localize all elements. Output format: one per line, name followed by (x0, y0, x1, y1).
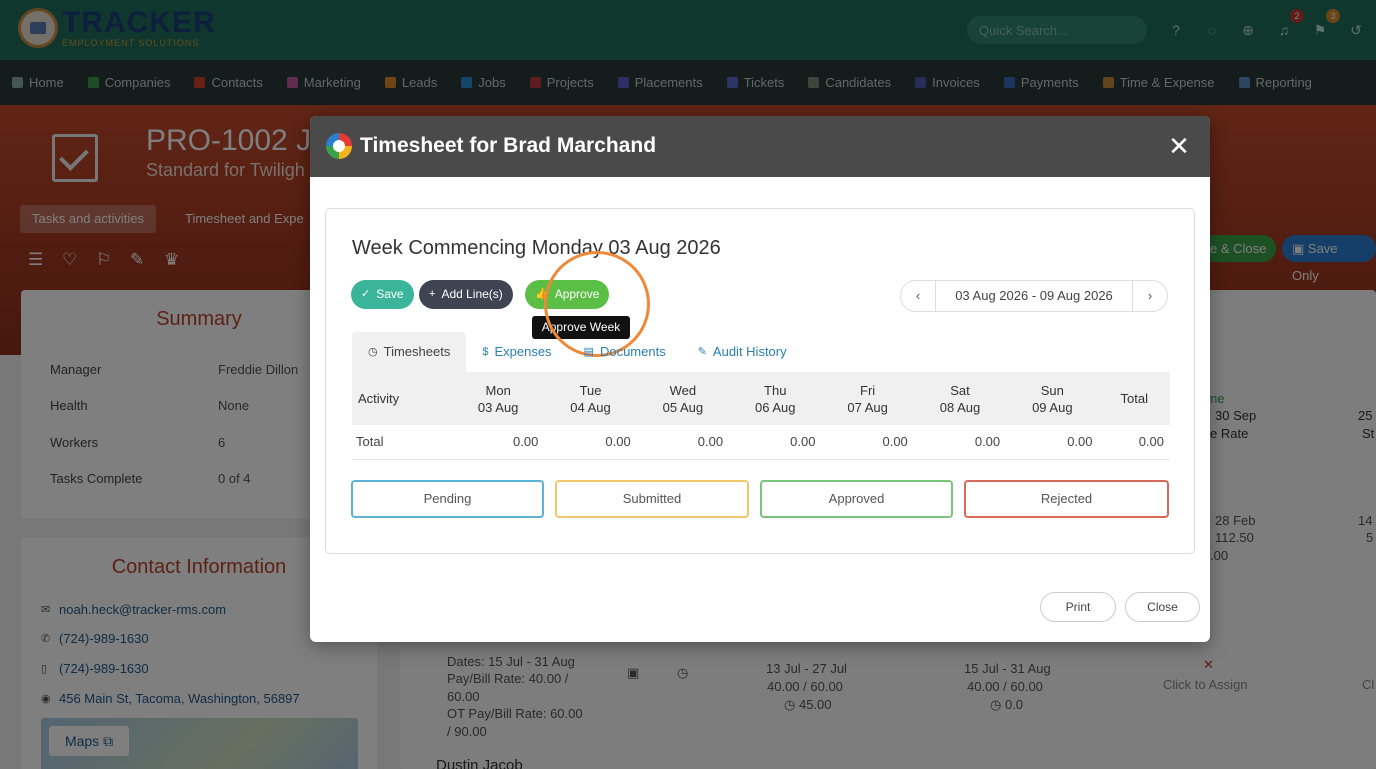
day-header: Thu 06 Aug (729, 372, 822, 425)
tab-audit-history[interactable]: ✎ Audit History (682, 332, 803, 372)
total-cell: 0.00 (913, 425, 1007, 460)
table-row: Total 0.00 0.00 0.00 0.00 0.00 0.00 0.00 0.00 (352, 425, 1170, 460)
add-lines-button[interactable]: + Add Line(s) (419, 280, 513, 309)
total-cell: 0.00 (452, 425, 545, 460)
clock-icon: ◷ (368, 346, 378, 358)
app-logo-icon (326, 133, 352, 159)
day-header: Sat 08 Aug (913, 372, 1007, 425)
timesheet-panel: Week Commencing Monday 03 Aug 2026 ✓ Save… (325, 208, 1195, 554)
day-name: Thu (764, 382, 787, 398)
date-range-picker: ‹ 03 Aug 2026 - 09 Aug 2026 › (900, 280, 1168, 312)
day-name: Wed (669, 382, 697, 398)
total-header: Total (1098, 372, 1170, 425)
total-cell: 0.00 (544, 425, 637, 460)
modal-title: Timesheet for Brad Marchand (360, 134, 657, 157)
day-header: Tue 04 Aug (544, 372, 637, 425)
tab-timesheets[interactable]: ◷ Timesheets (352, 332, 467, 372)
day-date: 03 Aug (477, 399, 519, 415)
activity-header: Activity (352, 372, 452, 425)
print-button[interactable]: Print (1040, 592, 1116, 622)
day-header: Wed 05 Aug (636, 372, 730, 425)
day-name: Tue (579, 382, 602, 398)
timesheet-tabs: ◷ Timesheets $ Expenses ▤ Documents ✎ Audit … (352, 332, 803, 372)
total-cell: 0.00 (821, 425, 914, 460)
total-cell: 0.00 (1006, 425, 1099, 460)
status-rejected[interactable]: Rejected (964, 480, 1169, 518)
edit-icon: ✎ (697, 346, 707, 358)
dollar-icon: $ (482, 346, 489, 358)
day-date: 05 Aug (662, 399, 704, 415)
close-button[interactable]: Close (1125, 592, 1200, 622)
app: TRACKER EMPLOYMENT SOLUTIONS ? ◌ ⊕ ♫ 2 ⚑… (0, 0, 1376, 769)
day-date: 08 Aug (939, 399, 981, 415)
chevron-right-icon[interactable]: › (1133, 281, 1167, 311)
plus-icon: + (429, 288, 436, 300)
day-name: Fri (860, 382, 876, 398)
day-date: 04 Aug (570, 399, 611, 415)
grand-total-cell: 0.00 (1098, 425, 1170, 460)
day-name: Mon (485, 382, 511, 398)
day-date: 09 Aug (1032, 399, 1073, 415)
day-date: 07 Aug (847, 399, 888, 415)
total-cell: 0.00 (636, 425, 730, 460)
tab-documents[interactable]: ▤ Documents (568, 332, 682, 372)
day-name: Sat (950, 382, 970, 398)
day-header: Fri 07 Aug (821, 372, 914, 425)
timesheet-modal: Timesheet for Brad Marchand ✕ Week Comme… (310, 116, 1210, 642)
week-title: Week Commencing Monday 03 Aug 2026 (352, 237, 721, 259)
document-icon: ▤ (583, 346, 594, 358)
chevron-left-icon[interactable]: ‹ (901, 281, 935, 311)
close-icon[interactable]: ✕ (1164, 131, 1194, 161)
total-row-label: Total (352, 425, 452, 460)
check-icon: ✓ (361, 288, 371, 300)
status-pending[interactable]: Pending (351, 480, 544, 518)
day-name: Sun (1040, 382, 1064, 398)
day-header: Mon 03 Aug (452, 372, 545, 425)
timesheet-table: Activity Mon 03 Aug Tue 04 Aug Wed 05 Aug Thu 0… (352, 372, 1170, 460)
status-submitted[interactable]: Submitted (555, 480, 749, 518)
modal-header: Timesheet for Brad Marchand ✕ (310, 116, 1210, 177)
day-date: 06 Aug (755, 399, 796, 415)
day-header: Sun 09 Aug (1006, 372, 1099, 425)
tab-expenses[interactable]: $ Expenses (466, 332, 567, 372)
save-button[interactable]: ✓ Save (351, 280, 414, 309)
status-approved[interactable]: Approved (760, 480, 953, 518)
total-cell: 0.00 (729, 425, 822, 460)
date-range-text[interactable]: 03 Aug 2026 - 09 Aug 2026 (935, 281, 1133, 311)
table-header-row: Activity Mon 03 Aug Tue 04 Aug Wed 05 Aug Thu 0… (352, 372, 1170, 425)
